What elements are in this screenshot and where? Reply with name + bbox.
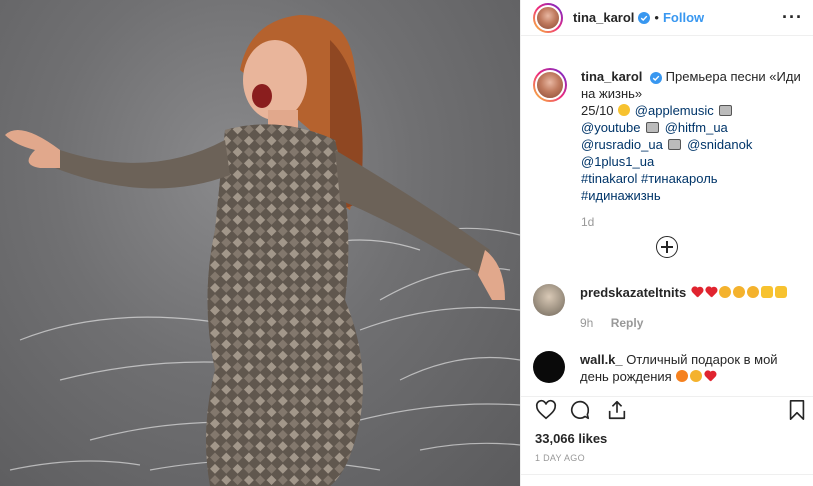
comment-item: predskazateltnits 9h Reply: [533, 284, 801, 332]
post-side-panel: tina_karol • Follow ··· tina_karol Премь…: [520, 0, 813, 486]
mention-applemusic[interactable]: @applemusic: [635, 103, 714, 118]
fire-emoji-icon: [676, 370, 689, 382]
share-icon[interactable]: [606, 399, 628, 421]
caption-line-2: на жизнь»: [581, 86, 643, 101]
verified-badge-icon: [650, 71, 663, 84]
commenter-avatar[interactable]: [533, 351, 565, 383]
heart-eyes-emoji-icon: [732, 286, 745, 298]
caption-timestamp: 1d: [581, 215, 595, 229]
more-options-icon[interactable]: ···: [782, 7, 803, 28]
reply-button[interactable]: Reply: [611, 316, 644, 330]
comment-meta: 9h Reply: [580, 315, 788, 332]
avatar: [535, 4, 561, 31]
tv-emoji-icon: [668, 139, 682, 150]
caption-text: tina_karol Премьера песни «Иди на жизнь»…: [581, 68, 801, 231]
bookmark-icon[interactable]: [786, 399, 808, 421]
comment-bubble-icon[interactable]: [569, 399, 591, 421]
divider: [521, 474, 813, 475]
mention-rusradio[interactable]: @rusradio_ua: [581, 137, 663, 152]
clap-emoji-icon: [760, 286, 773, 298]
tv-emoji-icon: [646, 122, 660, 133]
heart-eyes-emoji-icon: [690, 370, 703, 382]
caption-avatar-icon[interactable]: [533, 68, 567, 102]
commenter-avatar[interactable]: [533, 284, 565, 316]
caption-username[interactable]: tina_karol: [581, 69, 642, 84]
mention-snidanok[interactable]: @snidanok: [687, 137, 752, 152]
heart-outline-icon[interactable]: [535, 399, 557, 421]
photo-illustration: [5, 15, 520, 486]
post-actions: [521, 396, 813, 424]
mention-youtube[interactable]: @youtube: [581, 120, 640, 135]
load-more-comments: [521, 236, 813, 258]
comment-text-line-2: день рождения: [580, 369, 672, 384]
hashtags-line-2[interactable]: #идинажизнь: [581, 188, 661, 203]
post-date[interactable]: 1 DAY AGO: [535, 453, 585, 463]
likes-count[interactable]: 33,066 likes: [535, 431, 607, 446]
post-photo[interactable]: [0, 0, 520, 486]
comment-text-line-1: Отличный подарок в мой: [626, 352, 778, 367]
clap-emoji-icon: [774, 286, 787, 298]
caption-line-1: Премьера песни «Иди: [665, 69, 801, 84]
mention-1plus1[interactable]: @1plus1_ua: [581, 154, 654, 169]
comment-item: wall.k_ Отличный подарок в мой день рожд…: [533, 351, 801, 385]
heart-emoji-icon: [691, 287, 703, 298]
post-caption: tina_karol Премьера песни «Иди на жизнь»…: [533, 68, 801, 231]
plus-circle-icon[interactable]: [656, 236, 678, 258]
comment-username[interactable]: predskazateltnits: [580, 285, 686, 300]
smile-emoji-icon: [618, 104, 631, 116]
mention-hitfm[interactable]: @hitfm_ua: [665, 120, 728, 135]
tv-emoji-icon: [719, 105, 733, 116]
header-username[interactable]: tina_karol: [573, 10, 634, 25]
heart-emoji-icon: [705, 287, 717, 298]
comment-body: predskazateltnits 9h Reply: [580, 284, 788, 332]
hashtags-line-1[interactable]: #tinakarol #тинакароль: [581, 171, 718, 186]
heart-eyes-emoji-icon: [746, 286, 759, 298]
sparkling-heart-emoji-icon: [704, 371, 716, 382]
follow-button[interactable]: Follow: [663, 10, 704, 25]
header-separator-dot: •: [654, 10, 659, 25]
avatar-icon[interactable]: [533, 2, 563, 33]
comment-time: 9h: [580, 316, 594, 330]
post-header: tina_karol • Follow ···: [521, 0, 813, 36]
verified-badge-icon: [638, 11, 651, 24]
caption-date: 25/10: [581, 103, 614, 118]
comment-username[interactable]: wall.k_: [580, 352, 623, 367]
comment-body: wall.k_ Отличный подарок в мой день рожд…: [580, 351, 778, 385]
heart-eyes-emoji-icon: [718, 286, 731, 298]
avatar: [535, 70, 565, 100]
